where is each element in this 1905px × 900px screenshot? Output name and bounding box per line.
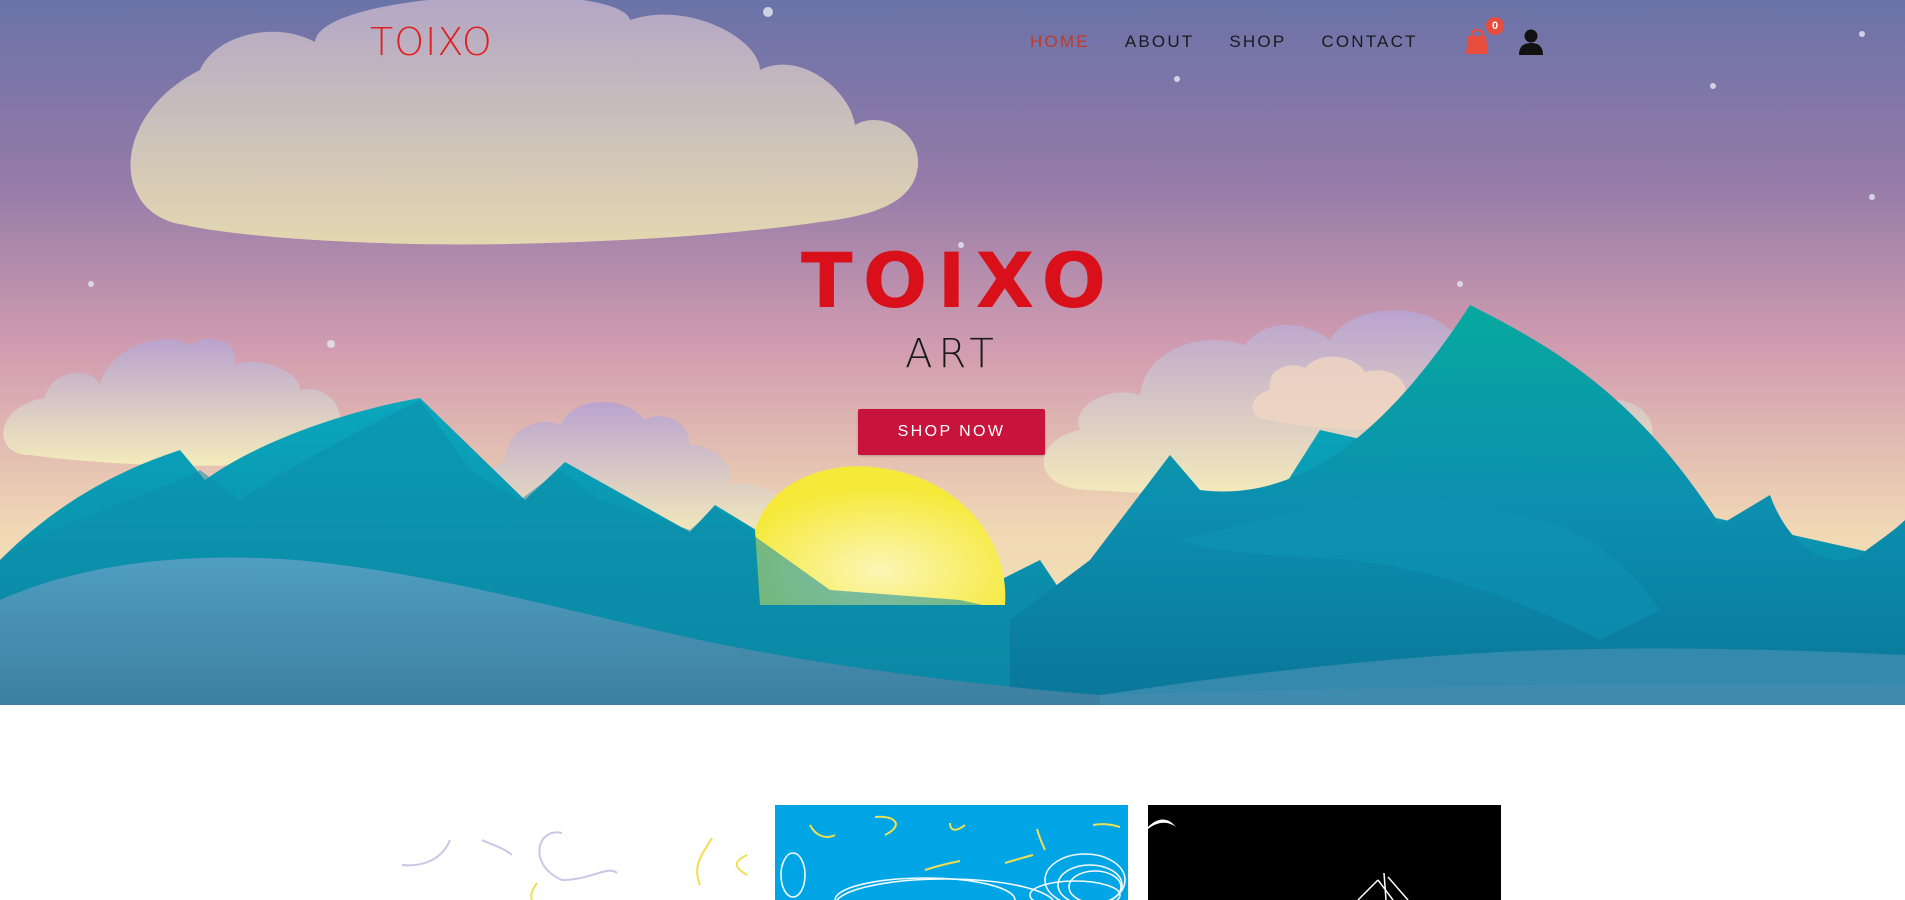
nav-contact[interactable]: CONTACT <box>1321 28 1417 56</box>
hero-title: TOIXO <box>800 236 1117 325</box>
artwork-image <box>402 805 755 900</box>
hero-banner: TOIXO HOME ABOUT SHOP CONTACT 0 TOIXO AR… <box>0 0 1905 705</box>
artwork-image <box>1148 805 1501 900</box>
gallery-item-sketch-black[interactable] <box>1148 805 1501 900</box>
artwork-gallery <box>0 805 1905 900</box>
artwork-image <box>775 805 1128 900</box>
page: TOIXO HOME ABOUT SHOP CONTACT 0 TOIXO AR… <box>0 0 1905 900</box>
user-icon[interactable] <box>1518 28 1544 56</box>
main-nav: HOME ABOUT SHOP CONTACT <box>1030 28 1453 56</box>
nav-shop[interactable]: SHOP <box>1229 28 1286 56</box>
gallery-item-scribble-white[interactable] <box>402 805 755 900</box>
hero-subtitle: ART <box>905 331 1000 377</box>
gallery-item-scribble-blue[interactable] <box>775 805 1128 900</box>
nav-about[interactable]: ABOUT <box>1125 28 1195 56</box>
shop-now-button[interactable]: SHOP NOW <box>858 409 1045 455</box>
cart-count-badge: 0 <box>1486 17 1504 35</box>
site-logo[interactable]: TOIXO <box>370 18 493 66</box>
nav-home[interactable]: HOME <box>1030 28 1090 56</box>
